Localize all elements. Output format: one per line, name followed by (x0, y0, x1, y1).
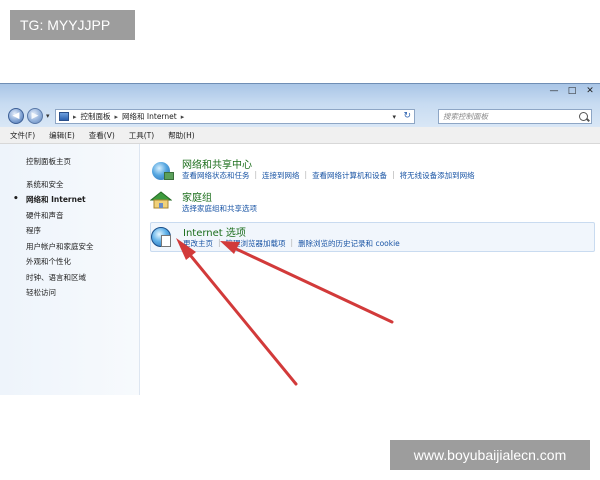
forward-button[interactable]: ▶ (27, 108, 43, 124)
internet-options-icon[interactable] (151, 225, 175, 247)
menu-tools[interactable]: 工具(T) (129, 130, 154, 141)
menu-file[interactable]: 文件(F) (10, 130, 35, 141)
link-homegroup-options[interactable]: 选择家庭组和共享选项 (182, 203, 257, 214)
back-button[interactable]: ◀ (8, 108, 24, 124)
sidebar-item-system-security[interactable]: 系统和安全 (0, 177, 139, 193)
link-separator: | (218, 238, 221, 247)
link-view-network-status[interactable]: 查看网络状态和任务 (182, 170, 250, 181)
link-separator: | (304, 170, 308, 179)
recent-pages-dropdown-icon[interactable]: ▾ (46, 112, 50, 120)
network-globe-icon[interactable] (150, 158, 174, 180)
menu-help[interactable]: 帮助(H) (168, 130, 195, 141)
search-input[interactable]: 搜索控制面板 (438, 109, 592, 124)
sidebar: 控制面板主页 系统和安全 网络和 Internet 硬件和声音 程序 用户帐户和… (0, 144, 140, 395)
category-network-sharing: 网络和共享中心 查看网络状态和任务 | 连接到网络 | 查看网络计算机和设备 |… (150, 156, 595, 184)
link-separator: | (392, 170, 395, 179)
watermark-top: TG: MYYJJPP (10, 10, 135, 40)
breadcrumb-control-panel[interactable]: 控制面板 (81, 111, 111, 122)
control-panel-icon (59, 112, 69, 121)
category-links: 查看网络状态和任务 | 连接到网络 | 查看网络计算机和设备 | 将无线设备添加… (182, 170, 475, 181)
homegroup-icon[interactable] (150, 191, 172, 209)
category-title[interactable]: 家庭组 (182, 189, 212, 204)
breadcrumb-separator[interactable]: ▸ (115, 113, 119, 121)
search-placeholder: 搜索控制面板 (443, 112, 488, 121)
sidebar-item-clock-language-region[interactable]: 时钟、语言和区域 (0, 270, 139, 286)
search-icon[interactable] (579, 112, 588, 121)
breadcrumb-network-internet[interactable]: 网络和 Internet (122, 111, 177, 122)
category-title[interactable]: Internet 选项 (183, 224, 246, 239)
sidebar-item-ease-of-access[interactable]: 轻松访问 (0, 285, 139, 301)
menu-bar: 文件(F) 编辑(E) 查看(V) 工具(T) 帮助(H) (0, 127, 600, 144)
main-content: 网络和共享中心 查看网络状态和任务 | 连接到网络 | 查看网络计算机和设备 |… (140, 144, 600, 395)
sidebar-item-hardware-sound[interactable]: 硬件和声音 (0, 208, 139, 224)
link-manage-addons[interactable]: 管理浏览器加载项 (226, 238, 286, 249)
sidebar-item-control-panel-home[interactable]: 控制面板主页 (0, 154, 139, 170)
category-links: 更改主页 | 管理浏览器加载项 | 删除浏览的历史记录和 cookie (183, 238, 400, 249)
close-button[interactable]: ✕ (584, 86, 596, 96)
link-view-network-computers[interactable]: 查看网络计算机和设备 (312, 170, 387, 181)
address-bar[interactable]: ▸ 控制面板 ▸ 网络和 Internet ▸ ▾ ↻ (55, 109, 415, 124)
maximize-button[interactable]: □ (566, 86, 578, 96)
refresh-icon[interactable]: ↻ (403, 111, 411, 121)
menu-edit[interactable]: 编辑(E) (49, 130, 75, 141)
link-change-home-page[interactable]: 更改主页 (183, 238, 213, 249)
minimize-button[interactable]: — (548, 86, 560, 96)
sidebar-item-network-internet[interactable]: 网络和 Internet (0, 192, 139, 208)
link-delete-history-cookies[interactable]: 删除浏览的历史记录和 cookie (298, 238, 400, 249)
category-homegroup: 家庭组 选择家庭组和共享选项 (150, 189, 595, 217)
address-dropdown-icon[interactable]: ▾ (392, 113, 396, 121)
control-panel-window: — □ ✕ ◀ ▶ ▾ ▸ 控制面板 ▸ 网络和 Internet ▸ ▾ ↻ … (0, 83, 600, 395)
link-separator: | (254, 170, 258, 179)
breadcrumb-separator[interactable]: ▸ (181, 113, 185, 121)
sidebar-item-user-accounts[interactable]: 用户帐户和家庭安全 (0, 239, 139, 255)
window-controls: — □ ✕ (548, 86, 596, 96)
category-links: 选择家庭组和共享选项 (182, 203, 257, 214)
watermark-bottom: www.boyubaijialecn.com (390, 440, 590, 470)
category-title[interactable]: 网络和共享中心 (182, 156, 252, 171)
menu-view[interactable]: 查看(V) (89, 130, 115, 141)
link-add-wireless-device[interactable]: 将无线设备添加到网络 (400, 170, 475, 181)
sidebar-item-programs[interactable]: 程序 (0, 223, 139, 239)
sidebar-item-appearance[interactable]: 外观和个性化 (0, 254, 139, 270)
link-connect-network[interactable]: 连接到网络 (262, 170, 300, 181)
link-separator: | (290, 238, 294, 247)
breadcrumb-separator[interactable]: ▸ (73, 113, 77, 121)
category-internet-options[interactable]: Internet 选项 更改主页 | 管理浏览器加载项 | 删除浏览的历史记录和… (150, 222, 595, 252)
title-bar: — □ ✕ ◀ ▶ ▾ ▸ 控制面板 ▸ 网络和 Internet ▸ ▾ ↻ … (0, 83, 600, 127)
